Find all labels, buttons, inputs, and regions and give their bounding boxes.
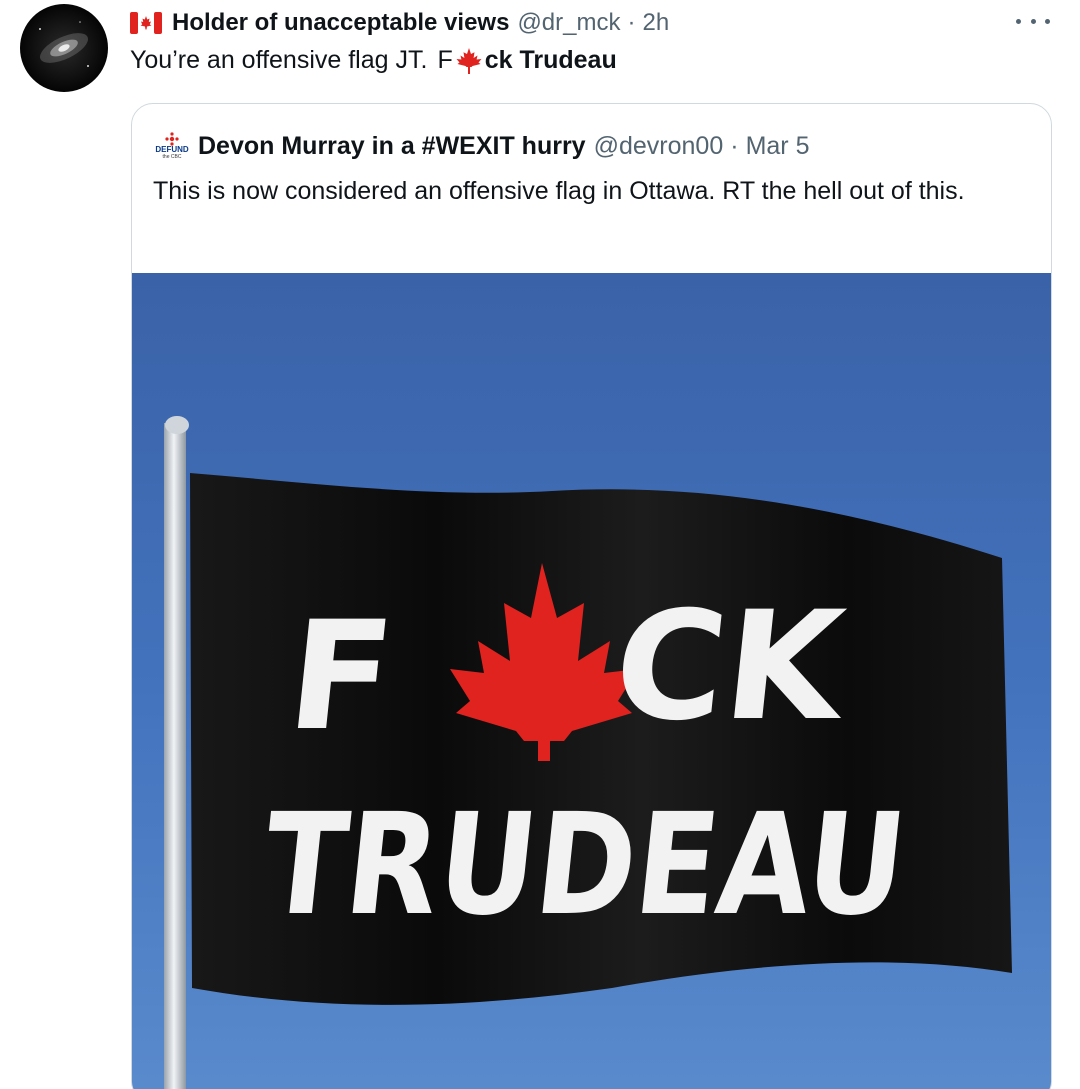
maple-leaf-icon — [456, 47, 482, 74]
quoted-display-name[interactable]: Devon Murray in a #WEXIT hurry — [198, 132, 586, 161]
quoted-tweet-image[interactable]: F CK TRUDEAU — [132, 273, 1051, 1089]
tweet-text-prefix: You’re an offensive flag JT. — [130, 46, 428, 74]
handle[interactable]: @dr_mck — [517, 9, 620, 37]
leaf-stem — [541, 739, 547, 755]
avatar-text-sub: the CBC — [162, 154, 182, 160]
more-dot — [1030, 18, 1036, 24]
tweet-text-rest: ck Trudeau — [484, 46, 617, 74]
tweet[interactable]: Holder of unacceptable views @dr_mck · 2… — [0, 0, 1080, 1089]
separator-dot: · — [627, 9, 636, 36]
avatar-text-main: DEFUND — [155, 145, 189, 154]
flag-photo: F CK TRUDEAU — [132, 273, 1051, 1089]
tweet-text: You’re an offensive flag JT. F ck Trudea… — [130, 46, 617, 75]
canada-flag-icon — [130, 12, 162, 34]
flag-text-f: F — [280, 589, 401, 764]
flag-text-trudeau: TRUDEAU — [256, 784, 913, 947]
more-dot — [1045, 18, 1050, 24]
more-horizontal-icon[interactable] — [1016, 14, 1050, 28]
quoted-tweet[interactable]: DEFUND the CBC Devon Murray in a #WEXIT … — [131, 103, 1052, 1089]
separator-dot: · — [730, 131, 739, 160]
tweet-text-f: F — [437, 46, 453, 74]
timestamp[interactable]: 2h — [642, 9, 669, 37]
quoted-avatar[interactable]: DEFUND the CBC — [152, 126, 192, 166]
cbc-logo-icon — [165, 132, 179, 146]
quoted-date[interactable]: Mar 5 — [746, 132, 810, 161]
more-dot — [1016, 18, 1021, 24]
display-name[interactable]: Holder of unacceptable views — [172, 9, 509, 37]
avatar[interactable] — [20, 4, 108, 92]
quoted-handle[interactable]: @devron00 — [594, 132, 724, 161]
galaxy-avatar-image — [39, 21, 89, 67]
pole-finial — [165, 416, 189, 434]
flag-pole — [164, 423, 186, 1089]
quoted-tweet-header: DEFUND the CBC Devon Murray in a #WEXIT … — [152, 126, 810, 166]
tweet-header: Holder of unacceptable views @dr_mck · 2… — [130, 8, 669, 38]
flag-text-ck: CK — [606, 579, 856, 754]
quoted-tweet-text: This is now considered an offensive flag… — [153, 177, 965, 205]
